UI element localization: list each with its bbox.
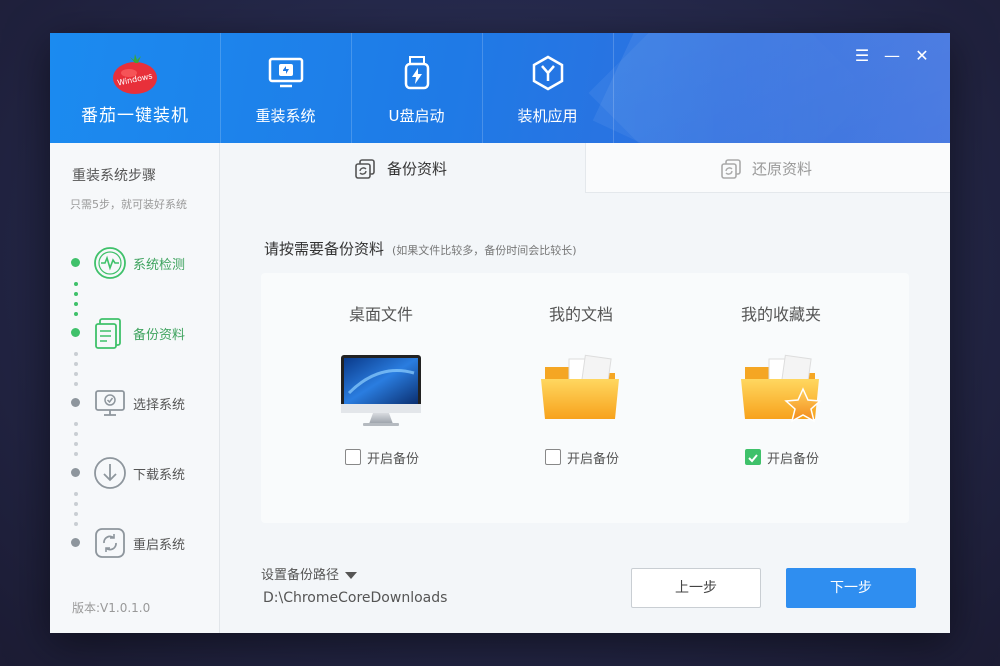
step-dot xyxy=(71,468,80,477)
sidebar-subtitle: 只需5步，就可装好系统 xyxy=(70,198,187,211)
system-check-icon xyxy=(94,247,126,279)
step-backup: 备份资料 xyxy=(50,313,220,353)
brand: Windows 番茄一键装机 xyxy=(50,33,220,143)
step-dot xyxy=(71,258,80,267)
item-title: 我的收藏夹 xyxy=(740,305,821,324)
step-dot xyxy=(71,538,80,547)
tab-label: 备份资料 xyxy=(387,160,448,178)
step-label: 下载系统 xyxy=(133,468,186,483)
nav-tab-label: U盘启动 xyxy=(388,107,445,125)
backup-icon xyxy=(355,159,375,179)
restart-icon xyxy=(95,528,125,558)
menu-icon[interactable]: ☰ xyxy=(852,47,872,65)
item-title: 我的文档 xyxy=(548,305,613,324)
step-dot xyxy=(71,398,80,407)
usb-drive-icon xyxy=(404,56,430,90)
app-window: Windows 番茄一键装机 重装系统 U盘启动 装机应用 ☰ — ✕ 重装系统… xyxy=(50,33,950,633)
tab-backup[interactable]: 备份资料 xyxy=(221,143,585,193)
backup-checkbox[interactable] xyxy=(345,449,361,465)
brand-name: 番茄一键装机 xyxy=(81,106,189,126)
backup-item-favorites: 我的收藏夹 开启备份 xyxy=(681,273,881,523)
backup-item-desktop: 桌面文件 开启备份 xyxy=(281,273,481,523)
documents-folder-icon xyxy=(541,354,619,419)
step-restart-system: 重启系统 xyxy=(50,523,220,563)
nav-tab-label: 装机应用 xyxy=(517,107,578,125)
backup-options-panel: 桌面文件 开启备份 我的文档 开启备份 我的收藏夹 开启备份 xyxy=(261,273,909,523)
step-label: 选择系统 xyxy=(133,398,186,413)
caret-down-icon xyxy=(345,572,358,579)
monitor-refresh-icon xyxy=(268,57,304,88)
backup-path-value: D:\ChromeCoreDownloads xyxy=(263,590,448,606)
checkbox-label: 开启备份 xyxy=(567,452,620,467)
backup-path-dropdown[interactable]: 设置备份路径 xyxy=(261,564,358,583)
backup-item-documents: 我的文档 开启备份 xyxy=(481,273,681,523)
prompt-text: 请按需要备份资料 xyxy=(264,240,385,258)
restore-icon xyxy=(721,159,741,179)
path-setting-label: 设置备份路径 xyxy=(261,568,340,583)
backup-prompt: 请按需要备份资料 (如果文件比较多，备份时间会比较长) xyxy=(264,238,577,259)
app-hexagon-icon xyxy=(532,55,564,91)
nav-tab-reinstall[interactable]: 重装系统 xyxy=(220,33,351,143)
step-label: 备份资料 xyxy=(133,328,186,343)
minimize-icon[interactable]: — xyxy=(882,47,902,65)
item-title: 桌面文件 xyxy=(348,305,413,324)
close-icon[interactable]: ✕ xyxy=(912,47,932,65)
prompt-note: (如果文件比较多，备份时间会比较长) xyxy=(392,244,577,257)
checkbox-label: 开启备份 xyxy=(367,452,420,467)
version-label: 版本:V1.0.1.0 xyxy=(72,601,151,615)
checkbox-label: 开启备份 xyxy=(767,452,820,467)
desktop-monitor-icon xyxy=(341,355,421,426)
prev-step-button[interactable]: 上一步 xyxy=(631,568,761,608)
step-label: 重启系统 xyxy=(133,538,186,553)
checkmark-icon xyxy=(748,454,758,463)
tab-restore[interactable]: 还原资料 xyxy=(585,143,950,193)
nav-tab-apps[interactable]: 装机应用 xyxy=(482,33,613,143)
steps-sidebar: 重装系统步骤 只需5步，就可装好系统 系统检测 备份资料 选择系统 下载系统 重… xyxy=(50,143,220,633)
nav-tab-label: 重装系统 xyxy=(255,107,316,125)
backup-checkbox[interactable] xyxy=(745,449,761,465)
main-content: 备份资料 还原资料 请按需要备份资料 (如果文件比较多，备份时间会比较长) 桌面文… xyxy=(221,143,950,633)
nav-tab-usb[interactable]: U盘启动 xyxy=(351,33,482,143)
download-icon xyxy=(94,457,126,489)
tab-label: 还原资料 xyxy=(752,160,813,178)
backup-checkbox[interactable] xyxy=(545,449,561,465)
step-system-check: 系统检测 xyxy=(50,243,220,283)
step-label: 系统检测 xyxy=(133,258,186,273)
select-system-icon xyxy=(95,390,125,416)
step-download-system: 下载系统 xyxy=(50,453,220,493)
tomato-logo-icon: Windows xyxy=(113,54,157,94)
favorites-folder-icon xyxy=(741,354,822,423)
step-select-system: 选择系统 xyxy=(50,383,220,423)
sidebar-title: 重装系统步骤 xyxy=(72,168,156,184)
backup-document-icon xyxy=(95,318,121,349)
step-dot xyxy=(71,328,80,337)
header-bar: Windows 番茄一键装机 重装系统 U盘启动 装机应用 ☰ — ✕ xyxy=(50,33,950,143)
next-step-button[interactable]: 下一步 xyxy=(786,568,916,608)
